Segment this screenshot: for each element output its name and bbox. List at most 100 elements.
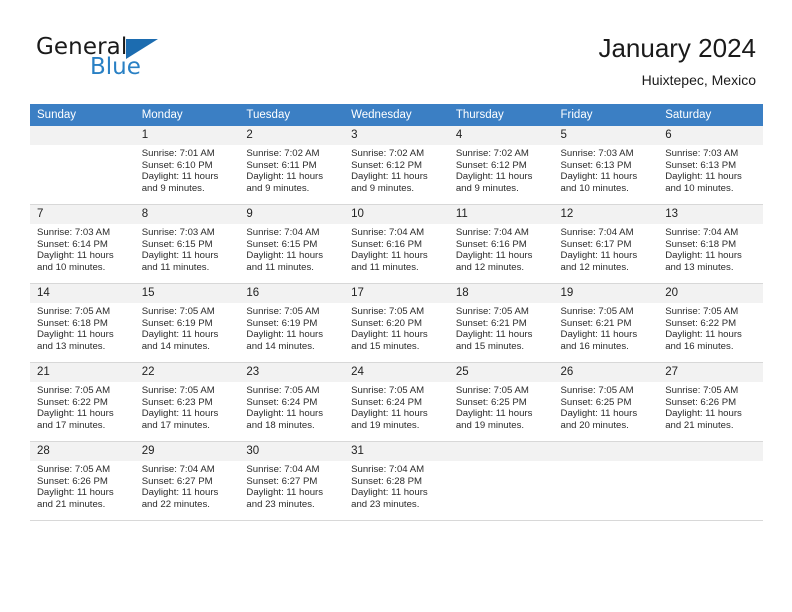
day-number: 21	[30, 363, 135, 382]
sunrise-text: Sunrise: 7:05 AM	[455, 385, 529, 396]
calendar-cell-day[interactable]: 3 Sunrise: 7:02 AM Sunset: 6:12 PM Daylight…	[344, 126, 449, 205]
calendar-cell-day[interactable]: 22 Sunrise: 7:05 AM Sunset: 6:23 PM Dayligh…	[134, 362, 240, 442]
sunset-text: Sunset: 6:24 PM	[351, 396, 423, 408]
day-number: 7	[30, 205, 135, 224]
sunset-text: Sunset: 6:16 PM	[455, 238, 527, 250]
daylight-text: Daylight: 11 hours and 17 minutes.	[37, 408, 114, 431]
calendar-cell-day[interactable]: 2 Sunrise: 7:02 AM Sunset: 6:11 PM Daylight…	[239, 126, 345, 205]
day-number: 14	[30, 284, 135, 303]
calendar-cell-day[interactable]: 5 Sunrise: 7:03 AM Sunset: 6:13 PM Daylight…	[553, 126, 659, 205]
calendar-cell-day[interactable]: 20 Sunrise: 7:05 AM Sunset: 6:22 PM Dayligh…	[658, 283, 763, 363]
sunrise-text: Sunrise: 7:04 AM	[351, 464, 425, 475]
day-details: Sunrise: 7:05 AM Sunset: 6:26 PM Daylight:…	[658, 382, 763, 431]
day-number: 17	[344, 284, 449, 303]
calendar-cell-day[interactable]: 1 Sunrise: 7:01 AM Sunset: 6:10 PM Daylight…	[134, 126, 240, 205]
calendar-cell-day[interactable]: 15 Sunrise: 7:05 AM Sunset: 6:19 PM Dayligh…	[134, 283, 240, 363]
calendar-grid: Sunday Monday Tuesday Wednesday Thursday…	[30, 104, 763, 521]
sunset-text: Sunset: 6:18 PM	[37, 317, 108, 329]
sunrise-text: Sunrise: 7:05 AM	[141, 306, 215, 317]
calendar-cell-day[interactable]: 19 Sunrise: 7:05 AM Sunset: 6:21 PM Dayligh…	[553, 283, 659, 363]
sunset-text: Sunset: 6:28 PM	[351, 475, 423, 487]
calendar-cell-day[interactable]: 9 Sunrise: 7:04 AM Sunset: 6:15 PM Daylight…	[239, 204, 345, 284]
calendar-cell-empty	[553, 441, 659, 521]
calendar-cell-day[interactable]: 11 Sunrise: 7:04 AM Sunset: 6:16 PM Dayligh…	[448, 204, 554, 284]
day-details: Sunrise: 7:01 AM Sunset: 6:10 PM Daylight:…	[135, 145, 240, 194]
sunrise-text: Sunrise: 7:05 AM	[665, 385, 739, 396]
day-number: 2	[239, 126, 345, 145]
day-number	[553, 442, 659, 461]
general-blue-logo[interactable]: General Blue	[36, 36, 256, 86]
sunrise-text: Sunrise: 7:04 AM	[351, 227, 425, 238]
calendar-cell-day[interactable]: 26 Sunrise: 7:05 AM Sunset: 6:25 PM Dayligh…	[553, 362, 659, 442]
calendar-body: 1 Sunrise: 7:01 AM Sunset: 6:10 PM Daylight…	[30, 126, 763, 521]
calendar-cell-day[interactable]: 29 Sunrise: 7:04 AM Sunset: 6:27 PM Dayligh…	[134, 441, 240, 521]
calendar-cell-day[interactable]: 10 Sunrise: 7:04 AM Sunset: 6:16 PM Dayligh…	[344, 204, 449, 284]
day-number: 20	[658, 284, 763, 303]
daylight-text: Daylight: 11 hours and 15 minutes.	[455, 329, 533, 352]
calendar-cell-day[interactable]: 13 Sunrise: 7:04 AM Sunset: 6:18 PM Dayligh…	[658, 204, 763, 284]
sunrise-text: Sunrise: 7:05 AM	[560, 306, 634, 317]
calendar-week-row: 14 Sunrise: 7:05 AM Sunset: 6:18 PM Dayligh…	[30, 283, 763, 363]
calendar-cell-day[interactable]: 27 Sunrise: 7:05 AM Sunset: 6:26 PM Dayligh…	[658, 362, 763, 442]
day-details: Sunrise: 7:02 AM Sunset: 6:12 PM Daylight:…	[344, 145, 449, 194]
daylight-text: Daylight: 11 hours and 12 minutes.	[455, 250, 533, 273]
day-number: 24	[344, 363, 449, 382]
sunset-text: Sunset: 6:13 PM	[665, 159, 737, 171]
day-number	[30, 126, 135, 145]
sunrise-text: Sunrise: 7:05 AM	[37, 306, 111, 317]
sunrise-text: Sunrise: 7:03 AM	[141, 227, 215, 238]
calendar-cell-day[interactable]: 24 Sunrise: 7:05 AM Sunset: 6:24 PM Dayligh…	[344, 362, 449, 442]
calendar-cell-day[interactable]: 17 Sunrise: 7:05 AM Sunset: 6:20 PM Dayligh…	[344, 283, 449, 363]
daylight-text: Daylight: 11 hours and 16 minutes.	[560, 329, 638, 352]
calendar-cell-day[interactable]: 16 Sunrise: 7:05 AM Sunset: 6:19 PM Dayligh…	[239, 283, 345, 363]
calendar-cell-day[interactable]: 21 Sunrise: 7:05 AM Sunset: 6:22 PM Dayligh…	[30, 362, 135, 442]
day-number: 11	[448, 205, 554, 224]
weekday-header-sunday: Sunday	[30, 104, 135, 126]
calendar-cell-day[interactable]: 8 Sunrise: 7:03 AM Sunset: 6:15 PM Daylight…	[134, 204, 240, 284]
sunset-text: Sunset: 6:27 PM	[246, 475, 318, 487]
calendar-cell-day[interactable]: 25 Sunrise: 7:05 AM Sunset: 6:25 PM Dayligh…	[448, 362, 554, 442]
daylight-text: Daylight: 11 hours and 15 minutes.	[351, 329, 428, 352]
sunset-text: Sunset: 6:19 PM	[141, 317, 213, 329]
logo-word-blue: Blue	[90, 54, 141, 80]
calendar-cell-day[interactable]: 12 Sunrise: 7:04 AM Sunset: 6:17 PM Dayligh…	[553, 204, 659, 284]
day-details: Sunrise: 7:05 AM Sunset: 6:22 PM Daylight:…	[30, 382, 135, 431]
day-number: 19	[553, 284, 659, 303]
daylight-text: Daylight: 11 hours and 18 minutes.	[246, 408, 324, 431]
daylight-text: Daylight: 11 hours and 9 minutes.	[246, 171, 324, 194]
sunset-text: Sunset: 6:20 PM	[351, 317, 423, 329]
page-subtitle: Huixtepec, Mexico	[641, 72, 756, 88]
calendar-cell-day[interactable]: 7 Sunrise: 7:03 AM Sunset: 6:14 PM Daylight…	[30, 204, 135, 284]
day-number: 31	[344, 442, 449, 461]
sunset-text: Sunset: 6:22 PM	[37, 396, 108, 408]
day-details: Sunrise: 7:05 AM Sunset: 6:26 PM Daylight:…	[30, 461, 135, 510]
sunrise-text: Sunrise: 7:04 AM	[141, 464, 215, 475]
daylight-text: Daylight: 11 hours and 10 minutes.	[37, 250, 114, 273]
sunset-text: Sunset: 6:16 PM	[351, 238, 423, 250]
sunset-text: Sunset: 6:19 PM	[246, 317, 318, 329]
sunrise-text: Sunrise: 7:02 AM	[246, 148, 320, 159]
daylight-text: Daylight: 11 hours and 11 minutes.	[246, 250, 324, 273]
day-number: 28	[30, 442, 135, 461]
day-details: Sunrise: 7:03 AM Sunset: 6:15 PM Daylight:…	[135, 224, 240, 273]
day-details: Sunrise: 7:05 AM Sunset: 6:22 PM Daylight:…	[658, 303, 763, 352]
calendar-cell-day[interactable]: 30 Sunrise: 7:04 AM Sunset: 6:27 PM Dayligh…	[239, 441, 345, 521]
day-number	[658, 442, 763, 461]
calendar-cell-day[interactable]: 14 Sunrise: 7:05 AM Sunset: 6:18 PM Dayligh…	[30, 283, 135, 363]
calendar-cell-day[interactable]: 4 Sunrise: 7:02 AM Sunset: 6:12 PM Daylight…	[448, 126, 554, 205]
calendar-cell-day[interactable]: 23 Sunrise: 7:05 AM Sunset: 6:24 PM Dayligh…	[239, 362, 345, 442]
calendar-cell-day[interactable]: 31 Sunrise: 7:04 AM Sunset: 6:28 PM Dayligh…	[344, 441, 449, 521]
sunset-text: Sunset: 6:17 PM	[560, 238, 632, 250]
day-details: Sunrise: 7:03 AM Sunset: 6:13 PM Daylight:…	[658, 145, 763, 194]
day-details: Sunrise: 7:04 AM Sunset: 6:27 PM Daylight:…	[135, 461, 240, 510]
calendar-cell-day[interactable]: 18 Sunrise: 7:05 AM Sunset: 6:21 PM Dayligh…	[448, 283, 554, 363]
daylight-text: Daylight: 11 hours and 10 minutes.	[665, 171, 742, 194]
sunrise-text: Sunrise: 7:04 AM	[560, 227, 634, 238]
sunset-text: Sunset: 6:27 PM	[141, 475, 213, 487]
calendar-cell-day[interactable]: 28 Sunrise: 7:05 AM Sunset: 6:26 PM Dayligh…	[30, 441, 135, 521]
calendar-cell-day[interactable]: 6 Sunrise: 7:03 AM Sunset: 6:13 PM Daylight…	[658, 126, 763, 205]
daylight-text: Daylight: 11 hours and 14 minutes.	[246, 329, 324, 352]
day-details: Sunrise: 7:05 AM Sunset: 6:21 PM Daylight:…	[554, 303, 659, 352]
daylight-text: Daylight: 11 hours and 16 minutes.	[665, 329, 742, 352]
sunset-text: Sunset: 6:15 PM	[141, 238, 213, 250]
